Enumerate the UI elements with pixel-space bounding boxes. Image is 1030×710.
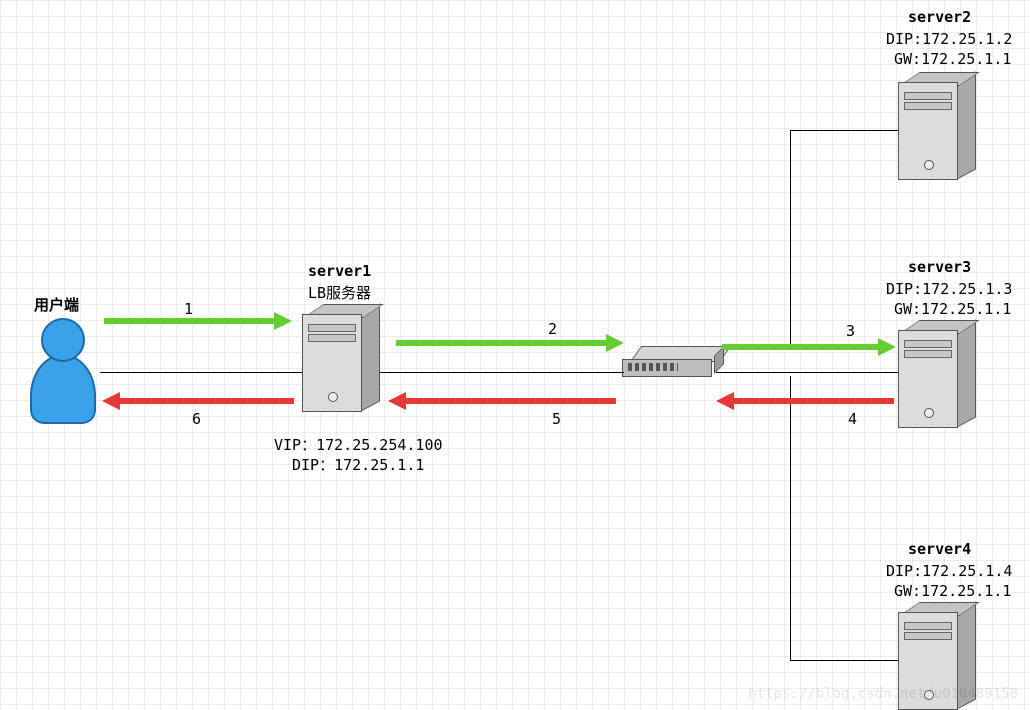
switch-icon — [622, 346, 718, 376]
server3-name: server3 — [908, 258, 971, 276]
server1-role: LB服务器 — [308, 282, 371, 303]
step-4: 4 — [848, 410, 857, 428]
link-user-server1 — [100, 372, 302, 373]
step-6: 6 — [192, 410, 201, 428]
arrow-2-forward — [396, 340, 606, 346]
user-icon — [28, 318, 98, 438]
server1-dip: DIP：172.25.1.1 — [292, 454, 424, 475]
step-2: 2 — [548, 320, 557, 338]
bus-up — [790, 130, 791, 348]
watermark: https://blog.csdn.net/u010489158 — [748, 686, 1018, 702]
server4-gw: GW:172.25.1.1 — [894, 582, 1011, 600]
server1-name: server1 — [308, 262, 371, 280]
server2-dip: DIP:172.25.1.2 — [886, 30, 1012, 48]
server1-icon — [302, 304, 380, 412]
arrow-6-reverse — [120, 398, 294, 404]
link-bus-server4 — [790, 660, 898, 661]
link-switch-server3 — [716, 372, 898, 373]
step-1: 1 — [184, 300, 193, 318]
client-title: 用户端 — [34, 294, 79, 315]
step-3: 3 — [846, 322, 855, 340]
step-5: 5 — [552, 410, 561, 428]
server4-name: server4 — [908, 540, 971, 558]
server2-gw: GW:172.25.1.1 — [894, 50, 1011, 68]
server2-name: server2 — [908, 8, 971, 26]
server3-icon — [898, 320, 976, 428]
server1-vip: VIP：172.25.254.100 — [274, 434, 443, 455]
link-server1-switch — [380, 372, 624, 373]
server2-icon — [898, 72, 976, 180]
arrow-3-forward — [722, 344, 878, 350]
server4-dip: DIP:172.25.1.4 — [886, 562, 1012, 580]
link-bus-server2 — [790, 130, 898, 131]
server3-gw: GW:172.25.1.1 — [894, 300, 1011, 318]
bus-down — [790, 376, 791, 660]
arrow-5-reverse — [406, 398, 616, 404]
arrow-4-reverse — [734, 398, 894, 404]
server3-dip: DIP:172.25.1.3 — [886, 280, 1012, 298]
arrow-1-forward — [104, 318, 274, 324]
